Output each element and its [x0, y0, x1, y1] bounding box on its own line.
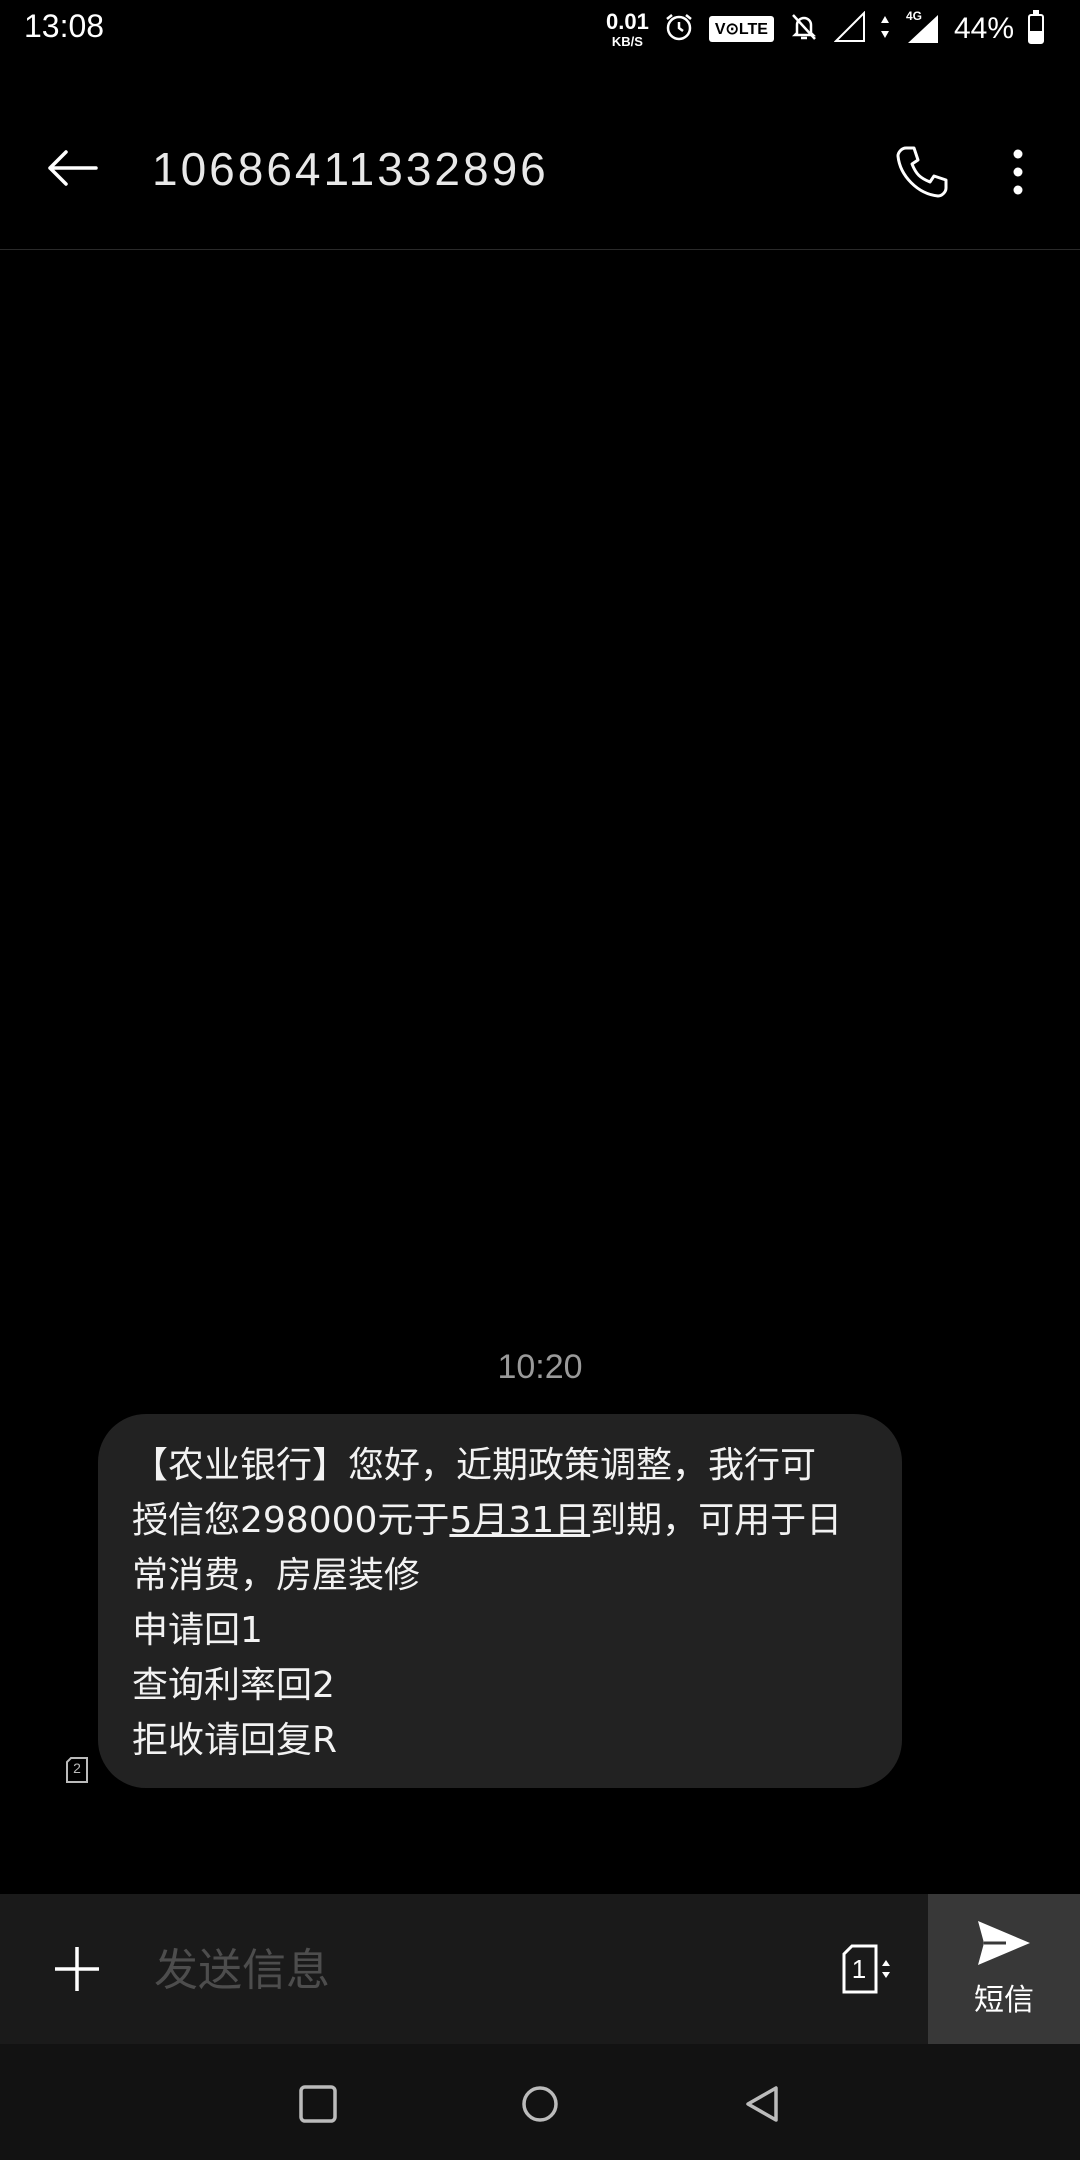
circle-icon	[522, 2086, 558, 2122]
send-button[interactable]: 短信	[928, 1894, 1080, 2044]
date-link[interactable]: 5月31日	[449, 1500, 590, 1541]
conversation-header: 10686411332896	[0, 58, 1080, 250]
more-options-button[interactable]	[996, 134, 1040, 210]
send-label: 短信	[974, 1983, 1034, 2018]
battery-icon	[1028, 10, 1044, 44]
message-line: 常消费，房屋装修	[132, 1555, 421, 1596]
home-button[interactable]	[504, 2068, 576, 2140]
square-icon	[299, 2085, 337, 2123]
more-vertical-icon	[1013, 149, 1023, 195]
signal-sim1-icon	[833, 10, 866, 47]
triangle-back-icon	[746, 2086, 778, 2122]
phone-icon	[896, 146, 948, 198]
status-bar: 13:08 0.01 KB/S V⊙LTE 4G 44%	[0, 0, 1080, 58]
contact-number: 10686411332896	[152, 143, 549, 195]
navigation-bar	[0, 2044, 1080, 2160]
message-line: 授信您298000元于5月31日到期，可用于日	[132, 1493, 862, 1548]
plus-icon	[55, 1947, 99, 1991]
network-speed-value: 0.01	[606, 8, 649, 34]
battery-percent: 44%	[953, 12, 1014, 45]
sim-slot-indicator: 2	[64, 1756, 90, 1784]
message-text: 到期，可用于日	[590, 1500, 843, 1541]
message-line: 拒收请回复R	[132, 1720, 338, 1761]
arrow-left-icon	[48, 150, 98, 186]
call-button[interactable]	[884, 134, 960, 210]
status-icons: 0.01 KB/S V⊙LTE 4G 44%	[606, 6, 1044, 52]
message-composer: 1 短信	[0, 1894, 1080, 2044]
message-timestamp: 10:20	[497, 1348, 583, 1386]
nav-back-button[interactable]	[726, 2068, 798, 2140]
send-icon	[978, 1921, 1030, 1965]
back-button[interactable]	[40, 138, 104, 198]
network-speed-unit: KB/S	[611, 33, 643, 49]
notifications-off-icon	[788, 11, 820, 47]
message-text: 授信您298000元于	[132, 1500, 450, 1541]
network-speed: 0.01 KB/S	[606, 8, 649, 49]
sim-select-button[interactable]: 1	[838, 1934, 904, 2004]
alarm-icon	[663, 11, 695, 47]
sim-slot-number: 2	[73, 1760, 81, 1776]
battery-level-fill	[1030, 30, 1042, 42]
signal-4g-icon: 4G	[904, 9, 940, 45]
status-time: 13:08	[24, 8, 105, 44]
volte-badge: V⊙LTE	[708, 16, 774, 42]
message-line: 查询利率回2	[132, 1665, 335, 1706]
data-transfer-icon	[880, 14, 890, 44]
sim-selected-number: 1	[851, 1954, 867, 1984]
message-line: 【农业银行】您好，近期政策调整，我行可	[132, 1445, 817, 1486]
message-line: 申请回1	[132, 1610, 263, 1651]
recents-button[interactable]	[282, 2068, 354, 2140]
message-input[interactable]	[152, 1928, 796, 2012]
attach-button[interactable]	[42, 1930, 112, 2008]
message-bubble[interactable]: 【农业银行】您好，近期政策调整，我行可 授信您298000元于5月31日到期，可…	[98, 1414, 902, 1788]
